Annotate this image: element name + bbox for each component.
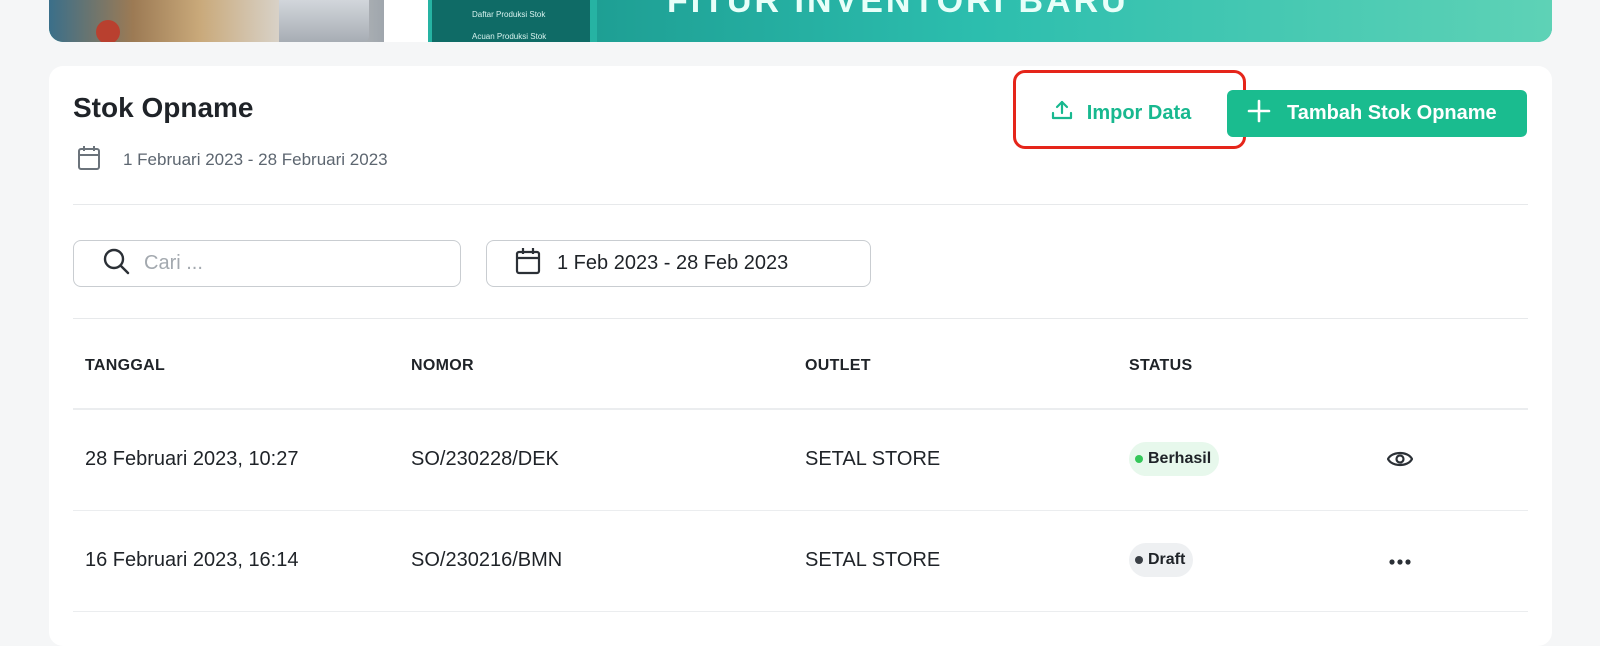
more-horizontal-icon xyxy=(1388,553,1412,571)
banner-photo-detail xyxy=(96,20,120,42)
column-header-status[interactable]: STATUS xyxy=(1129,357,1192,375)
search-icon xyxy=(102,247,130,280)
add-stock-opname-label: Tambah Stok Opname xyxy=(1287,102,1497,124)
more-options-button[interactable] xyxy=(1385,547,1415,577)
table-row[interactable]: 16 Februari 2023, 16:14 SO/230216/BMN SE… xyxy=(73,511,1528,612)
search-input[interactable] xyxy=(144,252,424,275)
period-label: 1 Februari 2023 - 28 Februari 2023 xyxy=(123,150,388,169)
date-range-value: 1 Feb 2023 - 28 Feb 2023 xyxy=(557,252,789,274)
cell-tanggal: 16 Februari 2023, 16:14 xyxy=(85,549,299,571)
promo-banner[interactable]: Daftar Produksi Stok Acuan Produksi Stok… xyxy=(49,0,1552,42)
banner-photo xyxy=(49,0,384,42)
banner-headline: FITUR INVENTORI BARU xyxy=(667,0,1129,20)
status-dot xyxy=(1135,455,1143,463)
status-badge: Berhasil xyxy=(1129,442,1220,476)
plus-icon xyxy=(1247,99,1271,129)
view-button[interactable] xyxy=(1385,446,1415,476)
cell-outlet: SETAL STORE xyxy=(805,549,941,571)
status-label: Berhasil xyxy=(1148,450,1212,467)
status-label: Draft xyxy=(1148,551,1186,568)
banner-panel xyxy=(384,0,428,42)
banner-menu-item: Daftar Produksi Stok xyxy=(472,10,546,19)
column-header-outlet[interactable]: OUTLET xyxy=(805,357,871,375)
banner-menu-item: Acuan Produksi Stok xyxy=(472,32,547,41)
column-header-nomor[interactable]: NOMOR xyxy=(411,357,474,375)
import-data-button[interactable]: Impor Data xyxy=(1024,90,1218,136)
calendar-icon xyxy=(77,145,101,176)
status-badge: Draft xyxy=(1129,543,1194,577)
header-divider xyxy=(73,204,1528,205)
column-header-tanggal[interactable]: TANGGAL xyxy=(85,357,165,375)
cell-outlet: SETAL STORE xyxy=(805,448,941,470)
stock-opname-card: Stok Opname 1 Februari 2023 - 28 Februar… xyxy=(49,66,1552,646)
table-row[interactable]: 28 Februari 2023, 10:27 SO/230228/DEK SE… xyxy=(73,410,1528,511)
search-box[interactable] xyxy=(73,240,461,287)
cell-nomor: SO/230228/DEK xyxy=(411,448,559,470)
upload-icon xyxy=(1051,99,1073,127)
date-range-picker[interactable]: 1 Feb 2023 - 28 Feb 2023 xyxy=(486,240,871,287)
status-dot xyxy=(1135,556,1143,564)
page-title: Stok Opname xyxy=(73,92,254,123)
add-stock-opname-button[interactable]: Tambah Stok Opname xyxy=(1227,90,1527,137)
calendar-icon xyxy=(515,247,541,280)
cell-nomor: SO/230216/BMN xyxy=(411,549,563,571)
banner-menu-preview: Daftar Produksi Stok Acuan Produksi Stok xyxy=(432,0,590,42)
eye-icon xyxy=(1386,449,1414,474)
banner-laptop xyxy=(279,0,369,42)
cell-tanggal: 28 Februari 2023, 10:27 xyxy=(85,448,299,470)
period-info: 1 Februari 2023 - 28 Februari 2023 xyxy=(77,145,388,176)
table-header: TANGGAL NOMOR OUTLET STATUS xyxy=(73,318,1528,410)
import-data-label: Impor Data xyxy=(1086,101,1192,124)
banner-hero: FITUR INVENTORI BARU xyxy=(597,0,1552,42)
